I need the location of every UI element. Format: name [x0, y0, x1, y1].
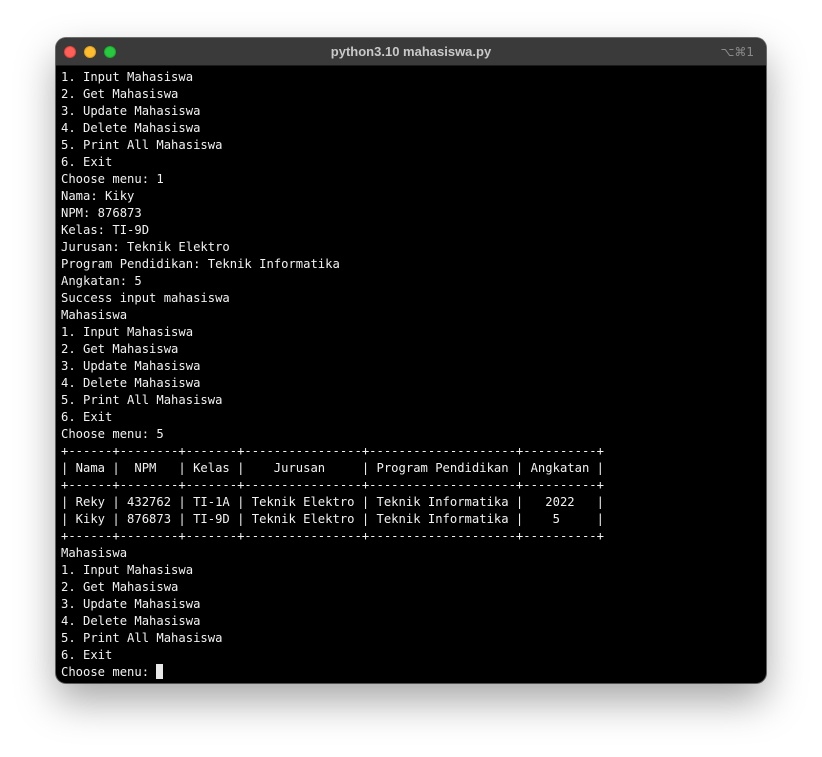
terminal-line: 1. Input Mahasiswa — [61, 325, 194, 339]
terminal-line: 4. Delete Mahasiswa — [61, 376, 201, 390]
terminal-line: 2. Get Mahasiswa — [61, 342, 179, 356]
terminal-line: NPM: 876873 — [61, 206, 142, 220]
window-title: python3.10 mahasiswa.py — [330, 44, 492, 59]
terminal-line: Choose menu: 5 — [61, 427, 164, 441]
table-border-line: +------+--------+-------+---------------… — [61, 444, 604, 458]
terminal-line: 1. Input Mahasiswa — [61, 563, 194, 577]
terminal-line: Jurusan: Teknik Elektro — [61, 240, 230, 254]
terminal-line: Program Pendidikan: Teknik Informatika — [61, 257, 340, 271]
table-row: | Kiky | 876873 | TI-9D | Teknik Elektro… — [61, 512, 604, 526]
terminal-line: Choose menu: 1 — [61, 172, 164, 186]
terminal-line: 2. Get Mahasiswa — [61, 580, 179, 594]
terminal-line: 1. Input Mahasiswa — [61, 70, 194, 84]
terminal-line: 3. Update Mahasiswa — [61, 359, 201, 373]
terminal-line: Angkatan: 5 — [61, 274, 142, 288]
terminal-window: python3.10 mahasiswa.py ⌥⌘1 1. Input Mah… — [56, 38, 766, 683]
table-header-row: | Nama | NPM | Kelas | Jurusan | Program… — [61, 461, 604, 475]
window-shortcut: ⌥⌘1 — [720, 45, 754, 59]
table-border-line: +------+--------+-------+---------------… — [61, 478, 604, 492]
text-cursor — [156, 664, 164, 679]
terminal-line: Mahasiswa — [61, 308, 128, 322]
terminal-line: 6. Exit — [61, 155, 113, 169]
terminal-line: 4. Delete Mahasiswa — [61, 614, 201, 628]
terminal-line: 6. Exit — [61, 410, 113, 424]
terminal-line: 3. Update Mahasiswa — [61, 104, 201, 118]
terminal-line: 6. Exit — [61, 648, 113, 662]
terminal-line: Mahasiswa — [61, 546, 128, 560]
terminal-line: 3. Update Mahasiswa — [61, 597, 201, 611]
terminal-line: Success input mahasiswa — [61, 291, 230, 305]
terminal-line: Nama: Kiky — [61, 189, 135, 203]
terminal-line: 4. Delete Mahasiswa — [61, 121, 201, 135]
terminal-line: 5. Print All Mahasiswa — [61, 393, 223, 407]
terminal-line: 5. Print All Mahasiswa — [61, 631, 223, 645]
terminal-output[interactable]: 1. Input Mahasiswa 2. Get Mahasiswa 3. U… — [61, 69, 761, 679]
table-border-line: +------+--------+-------+---------------… — [61, 529, 604, 543]
prompt-line[interactable]: Choose menu: — [61, 664, 761, 679]
terminal-line: Kelas: TI-9D — [61, 223, 150, 237]
terminal-line: 5. Print All Mahasiswa — [61, 138, 223, 152]
table-row: | Reky | 432762 | TI-1A | Teknik Elektro… — [61, 495, 604, 509]
terminal-line: 2. Get Mahasiswa — [61, 87, 179, 101]
prompt-text: Choose menu: — [61, 665, 157, 679]
title-bar[interactable]: python3.10 mahasiswa.py ⌥⌘1 — [56, 38, 766, 66]
